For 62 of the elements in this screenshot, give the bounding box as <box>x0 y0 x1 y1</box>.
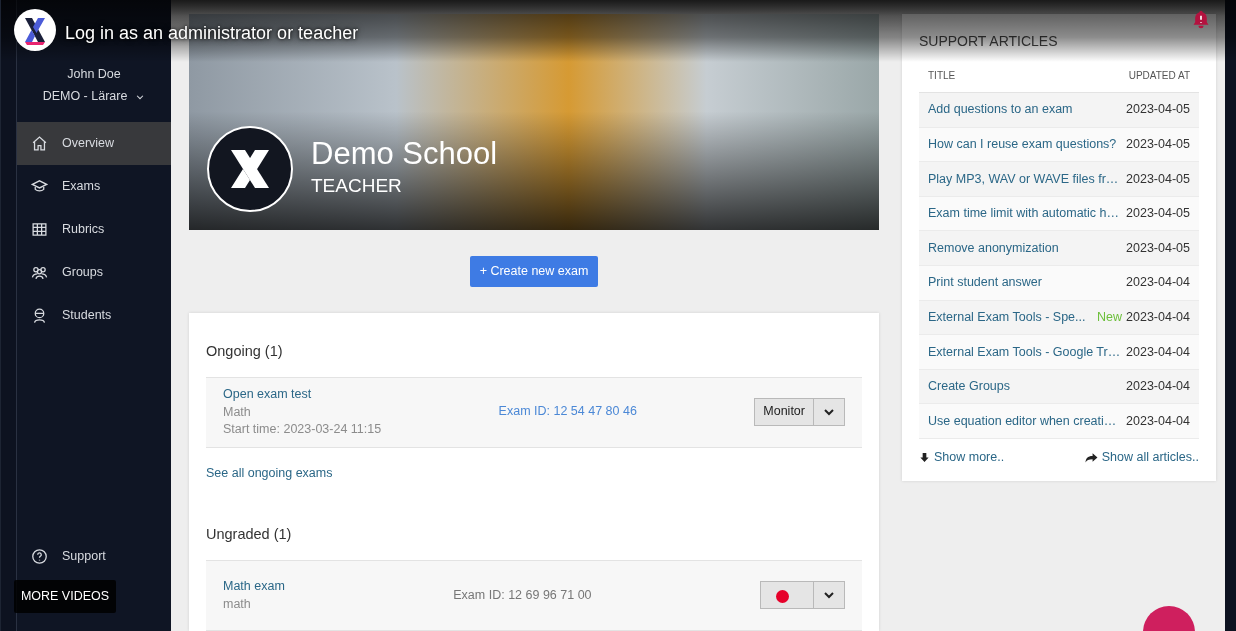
show-more-link[interactable]: Show more.. <box>919 447 1005 467</box>
dropdown-toggle-button[interactable] <box>814 581 845 609</box>
new-label: New <box>1097 309 1123 326</box>
create-exam-button[interactable]: + Create new exam <box>469 256 599 287</box>
exam-id: Exam ID: 12 69 96 71 00 <box>453 586 592 604</box>
exam-id: Exam ID: 12 54 47 80 46 <box>498 403 637 421</box>
article-link[interactable]: External Exam Tools - Spe... <box>928 308 1086 327</box>
updated-date: 2023-04-05 <box>1126 136 1190 153</box>
article-link[interactable]: Add questions to an exam <box>928 100 1073 120</box>
updated-date: 2023-04-05 <box>1126 205 1190 223</box>
chevron-down-icon <box>823 589 835 601</box>
show-all-link[interactable]: Show all articles.. <box>1084 447 1199 467</box>
section-heading: Ungraded (1) <box>206 525 293 545</box>
updated-date: 2023-04-04 <box>1126 274 1190 292</box>
article-link[interactable]: How can I reuse exam questions? <box>928 135 1117 154</box>
updated-date: 2023-04-04 <box>1126 309 1190 326</box>
section-heading: Ongoing (1) <box>206 341 284 361</box>
article-link[interactable]: Exam time limit with automatic h… <box>928 204 1120 223</box>
graduation-cap-icon <box>31 178 48 195</box>
sidebar-item[interactable]: Students <box>17 294 171 337</box>
see-all-link[interactable]: See all ongoing exams <box>206 463 333 483</box>
user-name: John Doe <box>67 65 121 83</box>
exam-subject: math <box>223 595 252 613</box>
dropdown-toggle-button[interactable] <box>814 397 845 426</box>
updated-date: 2023-04-05 <box>1126 239 1190 257</box>
column-header: UPDATED AT <box>1128 69 1190 83</box>
sidebar-item[interactable]: Groups <box>17 251 171 294</box>
updated-date: 2023-04-04 <box>1126 378 1190 396</box>
arrow-down-icon <box>919 451 930 463</box>
article-link[interactable]: Create Groups <box>928 377 1010 396</box>
updated-date: 2023-04-05 <box>1126 170 1190 188</box>
role-label: TEACHER <box>311 173 403 198</box>
exam-start-time: Start time: 2023-03-24 11:15 <box>223 420 382 438</box>
article-link[interactable]: External Exam Tools - Google Tr… <box>928 342 1121 362</box>
exam-title-link[interactable]: Math exam <box>223 577 285 596</box>
table-icon <box>31 221 48 238</box>
action-button[interactable] <box>760 581 814 609</box>
panel-title: SUPPORT ARTICLES <box>919 32 1059 51</box>
article-link[interactable]: Use equation editor when creati… <box>928 411 1117 431</box>
sidebar-item[interactable]: Exams <box>17 165 171 208</box>
cursor-dot <box>776 590 789 603</box>
help-icon <box>31 548 48 565</box>
sidebar-item[interactable]: Rubrics <box>17 208 171 251</box>
updated-date: 2023-04-05 <box>1126 101 1190 119</box>
article-link[interactable]: Remove anonymization <box>928 238 1059 258</box>
role-dropdown[interactable]: DEMO - Lärare <box>42 87 146 106</box>
exam-subject: Math <box>223 403 252 421</box>
student-icon <box>31 307 48 324</box>
sidebar-item[interactable]: Support <box>17 535 171 578</box>
more-videos-button[interactable]: MORE VIDEOS <box>14 580 116 613</box>
action-button[interactable]: Monitor <box>754 397 814 426</box>
updated-date: 2023-04-04 <box>1126 343 1190 361</box>
sidebar-item[interactable]: Overview <box>17 122 171 165</box>
article-link[interactable]: Print student answer <box>928 273 1042 293</box>
exam-title-link[interactable]: Open exam test <box>223 385 382 404</box>
article-link[interactable]: Play MP3, WAV or WAVE files fr… <box>928 169 1119 189</box>
video-title[interactable]: Log in as an administrator or teacher <box>65 20 359 47</box>
updated-date: 2023-04-04 <box>1126 412 1190 430</box>
home-icon <box>31 135 48 152</box>
people-icon <box>31 264 48 281</box>
school-name: Demo School <box>311 137 498 172</box>
column-header: TITLE <box>928 69 956 83</box>
